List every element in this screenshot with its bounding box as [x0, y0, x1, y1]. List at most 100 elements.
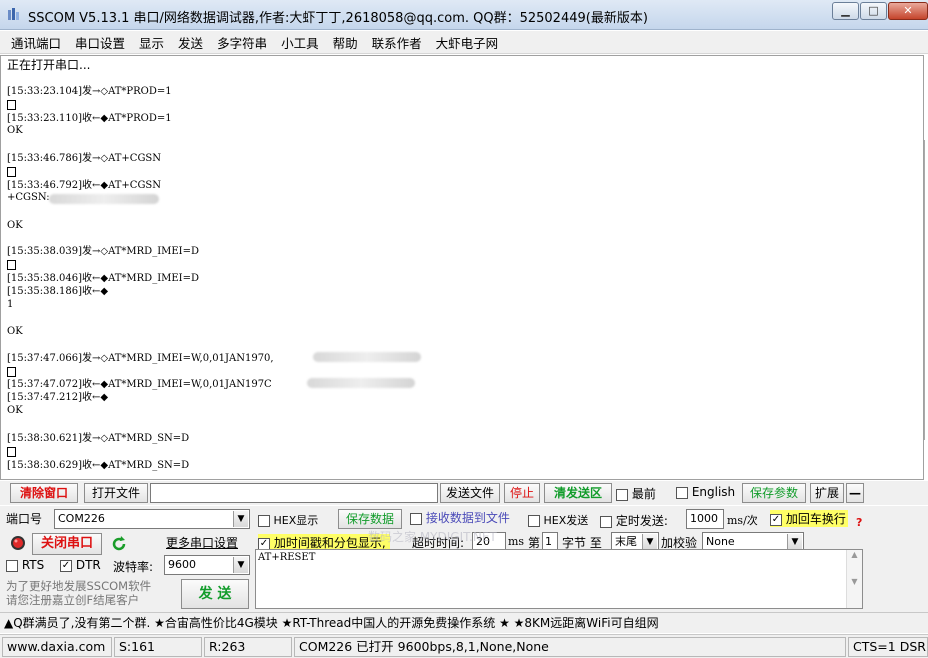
send-file-button[interactable]: 发送文件: [440, 483, 500, 503]
log-line: [15:38:30.621]发→◇AT*MRD_SN=D: [7, 433, 190, 444]
baud-select[interactable]: 9600 ▼: [164, 555, 250, 575]
checkbox-icon: [410, 512, 422, 525]
send-button[interactable]: 发 送: [181, 579, 249, 609]
log-line: OK: [7, 326, 23, 337]
menu-help[interactable]: 帮助: [326, 33, 365, 52]
refresh-icon[interactable]: [110, 535, 128, 553]
save-data-button[interactable]: 保存数据: [338, 509, 402, 529]
toolbar: 清除窗口 打开文件 发送文件 停止 清发送区 最前 English 保存参数 扩…: [0, 481, 928, 505]
log-line: [15:33:23.110]收←◆AT*PROD=1: [7, 113, 172, 124]
checkbox-checked-icon: ✓: [60, 559, 72, 572]
crlf-box-icon: [7, 446, 16, 457]
add-crlf-checkbox[interactable]: ✓ 加回车换行: [770, 510, 848, 527]
help-icon[interactable]: ?: [856, 516, 862, 529]
title-bar: SSCOM V5.13.1 串口/网络数据调试器,作者:大虾丁丁,2618058…: [0, 0, 928, 30]
clear-window-button[interactable]: 清除窗口: [10, 483, 78, 503]
minimize-button[interactable]: ▁: [832, 2, 859, 20]
redacted-imei: [49, 194, 159, 204]
menu-comm-port[interactable]: 通讯端口: [4, 33, 68, 52]
checkbox-icon: [258, 515, 270, 527]
log-line: 正在打开串口...: [7, 58, 91, 72]
menu-multi-string[interactable]: 多字符串: [210, 33, 274, 52]
topmost-checkbox[interactable]: 最前: [616, 485, 656, 502]
window-title: SSCOM V5.13.1 串口/网络数据调试器,作者:大虾丁丁,2618058…: [28, 11, 648, 26]
log-line: OK: [7, 125, 23, 136]
interval-unit: ms/次: [727, 514, 758, 527]
promo-text[interactable]: 为了更好地发展SSCOM软件 请您注册嘉立创F结尾客户: [6, 579, 151, 607]
file-path-input[interactable]: [150, 483, 438, 503]
log-line: [15:35:38.046]收←◆AT*MRD_IMEI=D: [7, 273, 200, 284]
receive-log[interactable]: 正在打开串口... [15:33:23.104]发→◇AT*PROD=1 [15…: [0, 55, 924, 480]
menu-tools[interactable]: 小工具: [274, 33, 326, 52]
checkbox-icon: [528, 515, 540, 527]
hex-send-checkbox[interactable]: HEX发送: [528, 512, 588, 528]
log-line: OK: [7, 405, 23, 416]
menu-send[interactable]: 发送: [171, 33, 210, 52]
log-line: [7, 99, 16, 111]
status-recv-count: R:263: [204, 637, 292, 657]
log-line: [15:33:46.786]发→◇AT+CGSN: [7, 153, 162, 164]
status-site[interactable]: www.daxia.com: [2, 637, 112, 657]
status-cts: CTS=1 DSR: [848, 637, 928, 657]
menu-display[interactable]: 显示: [132, 33, 171, 52]
status-sent-count: S:161: [114, 637, 202, 657]
menu-daxia-site[interactable]: 大虾电子网: [429, 33, 506, 52]
log-line: [15:35:38.039]发→◇AT*MRD_IMEI=D: [7, 246, 200, 257]
log-line: [15:33:46.792]收←◆AT+CGSN: [7, 180, 162, 191]
menu-contact[interactable]: 联系作者: [365, 33, 429, 52]
interval-input[interactable]: 1000: [686, 509, 724, 529]
baud-label: 波特率:: [113, 560, 154, 574]
maximize-button[interactable]: □: [860, 2, 887, 20]
more-settings-link[interactable]: 更多串口设置: [166, 534, 238, 551]
chevron-down-icon: ▼: [233, 511, 248, 527]
log-line: [15:37:47.072]收←◆AT*MRD_IMEI=W,0,01JAN19…: [7, 379, 272, 390]
crlf-box-icon: [7, 166, 16, 177]
chevron-down-icon: ▼: [787, 534, 802, 550]
open-file-button[interactable]: 打开文件: [84, 483, 148, 503]
timed-send-checkbox[interactable]: 定时发送:: [600, 512, 668, 529]
checkbox-icon: [616, 488, 628, 501]
log-line: [7, 446, 16, 458]
ad-marquee[interactable]: ▲Q群满员了,没有第二个群. ★合宙高性价比4G模块 ★RT-Thread中国人…: [0, 612, 928, 633]
collapse-button[interactable]: —: [846, 483, 864, 503]
log-line: [7, 366, 16, 378]
checkbox-icon: [600, 515, 612, 528]
checkbox-icon: [6, 559, 18, 572]
log-line: [7, 259, 16, 271]
checkbox-icon: [676, 486, 688, 499]
redacted-imei: [313, 352, 421, 362]
log-scrollbar[interactable]: [924, 140, 928, 440]
log-line: [15:37:47.212]收←◆: [7, 392, 109, 403]
send-text: AT+RESET: [258, 552, 316, 563]
menu-serial-settings[interactable]: 串口设置: [68, 33, 132, 52]
crlf-box-icon: [7, 259, 16, 270]
app-icon: [8, 8, 19, 20]
log-line: +CGSN:: [7, 192, 50, 203]
close-button[interactable]: ✕: [888, 2, 928, 20]
port-select[interactable]: COM226 ▼: [54, 509, 250, 529]
log-line: OK: [7, 220, 23, 231]
redacted-imei: [307, 378, 415, 388]
port-label: 端口号: [6, 512, 43, 526]
checkbox-checked-icon: ✓: [770, 513, 782, 526]
menu-bar: 通讯端口 串口设置 显示 发送 多字符串 小工具 帮助 联系作者 大虾电子网: [0, 31, 928, 54]
status-port-state: COM226 已打开 9600bps,8,1,None,None: [294, 637, 846, 657]
chevron-down-icon: ▼: [642, 534, 657, 550]
checkbox-checked-icon: ✓: [258, 537, 270, 550]
dtr-checkbox[interactable]: ✓ DTR: [60, 558, 101, 572]
rts-checkbox[interactable]: RTS: [6, 558, 44, 572]
stop-button[interactable]: 停止: [504, 483, 540, 503]
save-params-button[interactable]: 保存参数: [742, 483, 806, 503]
send-scrollbar[interactable]: ▲ ▼: [846, 550, 862, 608]
english-checkbox[interactable]: English: [676, 485, 735, 499]
recv-to-file-checkbox[interactable]: 接收数据到文件: [410, 509, 510, 526]
expand-button[interactable]: 扩展: [810, 483, 844, 503]
close-port-button[interactable]: 关闭串口: [32, 533, 102, 555]
log-line: [15:35:38.186]收←◆: [7, 286, 109, 297]
port-status-icon: [11, 536, 25, 550]
log-line: 1: [7, 299, 14, 310]
clear-send-button[interactable]: 清发送区: [544, 483, 612, 503]
hex-display-checkbox[interactable]: HEX显示: [258, 512, 318, 528]
chevron-down-icon: ▼: [233, 557, 248, 573]
log-line: [15:38:30.629]收←◆AT*MRD_SN=D: [7, 460, 190, 471]
